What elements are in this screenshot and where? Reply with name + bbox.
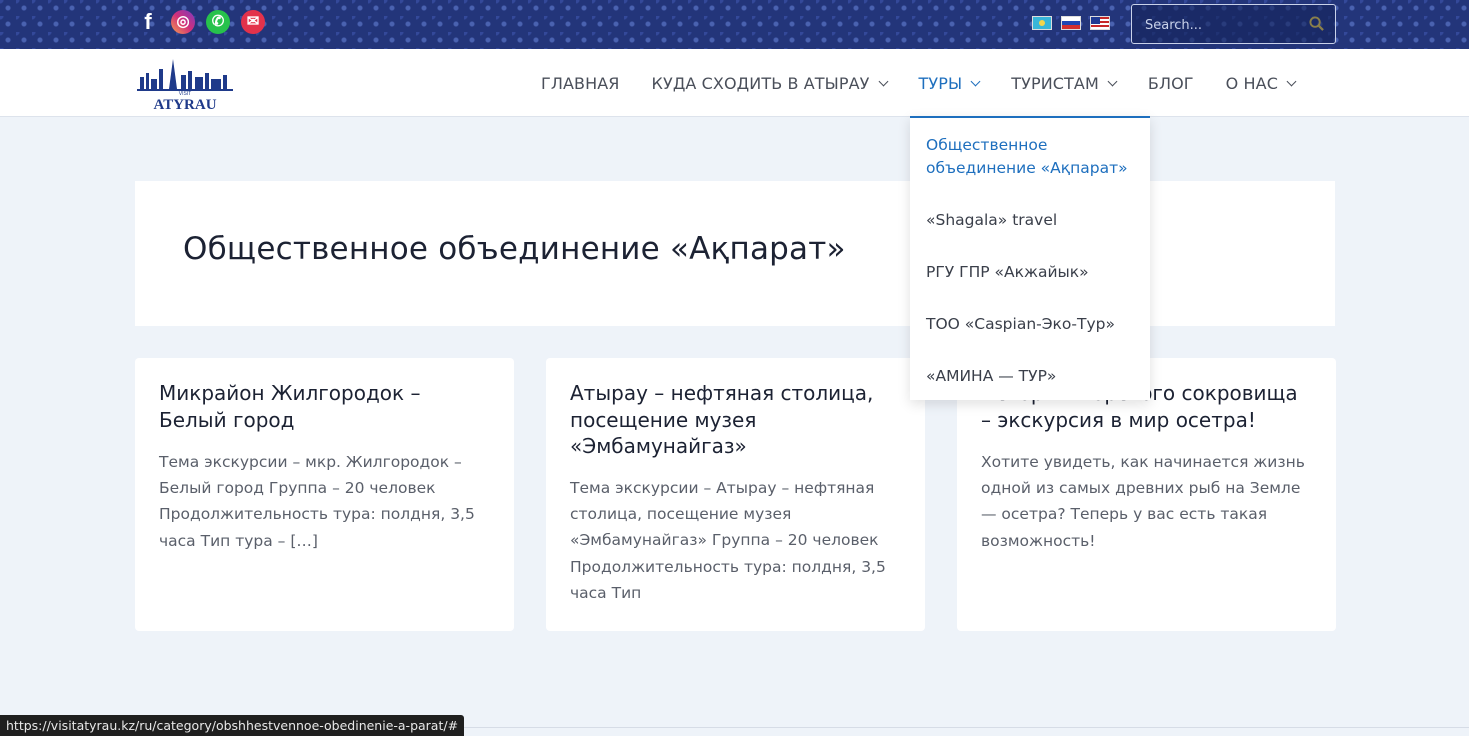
search-icon[interactable] — [1309, 16, 1324, 31]
dropdown-item[interactable]: «АМИНА — ТУР» — [926, 365, 1144, 388]
russia-flag-icon[interactable] — [1061, 16, 1081, 30]
dropdown-item[interactable]: РГУ ГПР «Акжайык» — [926, 261, 1144, 284]
nav-item-where-to-go[interactable]: КУДА СХОДИТЬ В АТЫРАУ — [652, 74, 888, 93]
chevron-down-icon — [878, 76, 888, 86]
nav-item-home[interactable]: ГЛАВНАЯ — [541, 74, 620, 93]
post-title[interactable]: Атырау – нефтяная столица, посещение муз… — [570, 380, 900, 460]
nav-item-blog[interactable]: БЛОГ — [1148, 74, 1194, 93]
social-links: f ◎ ✆ ✉ — [136, 10, 265, 34]
chevron-down-icon — [1286, 76, 1297, 86]
browser-status-url: https://visitatyrau.kz/ru/category/obshh… — [0, 715, 465, 736]
usa-flag-icon[interactable] — [1090, 16, 1110, 30]
search-input[interactable] — [1145, 14, 1305, 36]
whatsapp-icon[interactable]: ✆ — [206, 10, 230, 34]
language-switcher — [1032, 16, 1110, 30]
chevron-down-icon — [970, 76, 981, 86]
top-bar: f ◎ ✆ ✉ — [0, 0, 1469, 49]
post-excerpt: Хотите увидеть, как начинается жизнь одн… — [981, 453, 1305, 550]
facebook-icon[interactable]: f — [136, 10, 160, 34]
mail-icon[interactable]: ✉ — [241, 10, 265, 34]
post-title[interactable]: Микрайон Жилгородок – Белый город — [159, 380, 489, 433]
post-excerpt: Тема экскурсии – мкр. Жилгородок – Белый… — [159, 453, 475, 550]
nav-item-about[interactable]: О НАС — [1226, 74, 1297, 93]
chevron-down-icon — [1107, 76, 1118, 86]
post-card[interactable]: Атырау – нефтяная столица, посещение муз… — [546, 358, 925, 631]
kazakhstan-flag-icon[interactable] — [1032, 16, 1052, 30]
main-navigation: ГЛАВНАЯ КУДА СХОДИТЬ В АТЫРАУ ТУРЫ ТУРИС… — [541, 49, 1327, 117]
site-header: VISIT ATYRAU ГЛАВНАЯ КУДА СХОДИТЬ В АТЫР… — [0, 49, 1469, 117]
category-header: Общественное объединение «Ақпарат» — [135, 181, 1335, 326]
dropdown-item[interactable]: ТОО «Caspian-Эко-Тур» — [926, 313, 1144, 336]
post-card[interactable]: Микрайон Жилгородок – Белый город Тема э… — [135, 358, 514, 631]
dropdown-item[interactable]: Общественное объединение «Ақпарат» — [926, 134, 1144, 180]
svg-text:ATYRAU: ATYRAU — [153, 97, 216, 111]
dropdown-item[interactable]: «Shagala» travel — [926, 209, 1144, 232]
tours-dropdown-menu: Общественное объединение «Ақпарат» «Shag… — [910, 116, 1150, 400]
instagram-icon[interactable]: ◎ — [171, 10, 195, 34]
nav-item-for-tourists[interactable]: ТУРИСТАМ — [1011, 74, 1118, 93]
nav-item-tours[interactable]: ТУРЫ — [919, 74, 981, 93]
search-box — [1131, 4, 1336, 44]
post-excerpt: Тема экскурсии – Атырау – нефтяная столи… — [570, 479, 886, 602]
visit-atyrau-logo[interactable]: VISIT ATYRAU — [135, 55, 235, 111]
page-title: Общественное объединение «Ақпарат» — [183, 231, 846, 267]
